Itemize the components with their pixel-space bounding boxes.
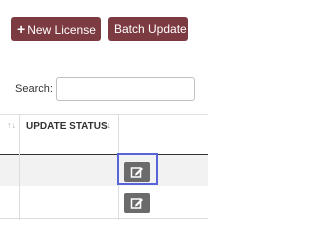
row-divider: [0, 218, 208, 219]
column-header-update-status[interactable]: UPDATE STATUS: [26, 120, 108, 134]
new-license-label: New License: [27, 23, 96, 37]
column-divider: [19, 115, 20, 220]
edit-button[interactable]: [124, 193, 150, 213]
search-input[interactable]: [56, 77, 195, 101]
table-row: [0, 186, 208, 218]
license-table-page: + New License Batch Update Search: ↑↓ UPD…: [0, 0, 208, 220]
sort-icon[interactable]: ↑↓: [102, 120, 111, 130]
prev-column-sort-icon[interactable]: ↑↓: [7, 120, 16, 130]
search-label: Search:: [15, 83, 53, 95]
focus-outline: [117, 153, 158, 185]
edit-icon: [130, 198, 143, 209]
table-row: [0, 155, 208, 186]
new-license-button[interactable]: + New License: [11, 17, 101, 41]
batch-update-button[interactable]: Batch Update: [108, 17, 188, 41]
column-header-label: UPDATE STATUS: [26, 121, 108, 132]
plus-icon: +: [17, 21, 26, 37]
